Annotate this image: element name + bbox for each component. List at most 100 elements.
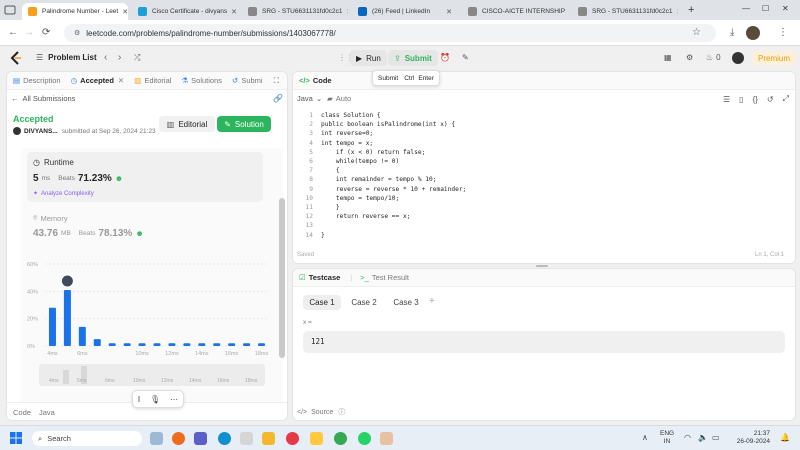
code-line[interactable]: int remainder = tempo % 10; [321, 176, 437, 185]
chrome-icon[interactable] [334, 432, 347, 445]
shuffle-icon[interactable]: ⤮ [134, 53, 140, 63]
browser-tab-4[interactable]: CISCO-AICTE INTERNSHIP ✕ [462, 3, 568, 20]
code-area[interactable]: 1 class Solution {2 public boolean isPalin… [293, 112, 795, 242]
runtime-box[interactable]: ◷ Runtime 5 ms Beats 71.23% ☻ ✦ Analyze … [27, 152, 263, 202]
new-tab-button[interactable]: + [688, 4, 694, 16]
bookmark-icon[interactable]: ▯ [739, 95, 743, 104]
paint-icon[interactable] [380, 432, 393, 445]
maximize-panel-icon[interactable]: ⛶ [274, 76, 279, 86]
chart-bar[interactable] [228, 343, 236, 346]
chart-bar[interactable] [183, 343, 191, 346]
task-view-icon[interactable] [150, 432, 163, 445]
microphone-icon[interactable]: 🎙 [150, 395, 160, 404]
maximize-window-icon[interactable]: ☐ [762, 4, 769, 13]
timer-icon[interactable]: ⏰ [440, 53, 450, 62]
prev-problem-icon[interactable]: ‹ [104, 52, 107, 63]
chart-bar[interactable] [198, 343, 206, 346]
browser-menu-icon[interactable]: ⋮ [778, 27, 788, 38]
edge-icon[interactable] [218, 432, 231, 445]
whatsapp-icon[interactable] [358, 432, 371, 445]
teams-icon[interactable] [194, 432, 207, 445]
panel-resize-handle[interactable] [536, 265, 548, 267]
close-tab-icon[interactable]: ✕ [442, 8, 452, 16]
chart-bar[interactable] [213, 343, 221, 346]
tab-testcase[interactable]: ☑ Testcase [299, 273, 340, 282]
user-avatar[interactable] [732, 52, 744, 64]
case-1-tab[interactable]: Case 1 [303, 295, 341, 310]
problem-list-button[interactable]: ☰ Problem List [36, 53, 97, 62]
minimize-window-icon[interactable]: — [742, 4, 750, 13]
reload-icon[interactable]: ⟳ [42, 27, 50, 38]
memory-box[interactable]: ⌾ Memory [33, 213, 68, 223]
layout-icon[interactable]: ▦ [664, 53, 672, 62]
tab-submissions[interactable]: ↺ Submi [232, 76, 263, 85]
code-line[interactable]: { [321, 167, 340, 176]
browser-tab-0[interactable]: Palindrome Number - Leet ✕ [22, 3, 128, 20]
left-panel-scrollbar[interactable] [279, 198, 285, 358]
close-window-icon[interactable]: ✕ [782, 4, 789, 13]
app-icon[interactable] [286, 432, 299, 445]
run-button[interactable]: ▶ Run [350, 50, 387, 66]
taskbar-search[interactable]: ⌕ Search [32, 431, 142, 446]
file-explorer-icon[interactable] [240, 432, 253, 445]
text-cursor-icon[interactable]: I [138, 395, 140, 404]
browser-tab-5[interactable]: SRG - STU6631131fd0c2c1 ✕ [572, 3, 678, 20]
tab-description[interactable]: ▤ Description [13, 76, 61, 85]
windows-start-icon[interactable] [10, 432, 22, 444]
format-icon[interactable]: ☰ [723, 95, 730, 104]
profile-avatar[interactable] [746, 26, 760, 40]
tab-solutions[interactable]: ⚗ Solutions [181, 76, 222, 85]
settings-gear-icon[interactable]: ⚙ [686, 53, 693, 62]
analyze-complexity-link[interactable]: ✦ Analyze Complexity [33, 190, 94, 198]
close-tab-icon[interactable]: ✕ [565, 8, 568, 16]
chart-bar[interactable] [78, 326, 86, 346]
chart-bar[interactable] [108, 343, 116, 346]
code-line[interactable]: tempo = tempo/10; [321, 195, 399, 204]
case-3-tab[interactable]: Case 3 [387, 295, 425, 310]
code-line[interactable]: class Solution { [321, 112, 381, 121]
chart-bar[interactable] [168, 343, 176, 346]
notes-icon[interactable]: ✎ [462, 53, 469, 62]
browser-tab-1[interactable]: Cisco Certificate - divyans ✕ [132, 3, 238, 20]
streak-counter[interactable]: ♨ 0 [706, 53, 721, 62]
wifi-icon[interactable]: ◠ [684, 433, 691, 442]
code-line[interactable]: return reverse == x; [321, 213, 411, 222]
runtime-distribution-chart[interactable]: 60% 40% 20% 0% 4ms 6ms 10ms 12ms 14ms 16ms 18ms [21, 256, 283, 374]
testcase-input[interactable]: 121 [303, 331, 785, 353]
code-line[interactable]: } [321, 204, 340, 213]
chart-bar[interactable] [153, 343, 161, 346]
browser-tab-3[interactable]: (26) Feed | LinkedIn ✕ [352, 3, 458, 20]
reset-icon[interactable]: ↺ [767, 95, 774, 104]
volume-icon[interactable]: 🔈 [698, 433, 708, 442]
source-link[interactable]: </> Source ⓘ [297, 407, 345, 417]
close-tab-icon[interactable]: ✕ [672, 8, 678, 16]
tab-editorial[interactable]: ▥ Editorial [134, 76, 171, 85]
close-tab-icon[interactable]: ✕ [118, 76, 124, 85]
tab-accepted[interactable]: ◷ Accepted ✕ [71, 76, 125, 85]
code-line[interactable]: int tempo = x; [321, 140, 373, 149]
braces-icon[interactable]: {} [753, 95, 758, 104]
more-options-icon[interactable]: ⋯ [170, 395, 178, 404]
leetcode-logo-icon[interactable] [10, 51, 22, 65]
code-line[interactable]: int reverse=0; [321, 130, 373, 139]
tab-switcher-icon[interactable] [4, 5, 16, 15]
chart-bar[interactable] [123, 343, 131, 346]
tab-code[interactable]: </> Code [299, 76, 332, 85]
download-icon[interactable]: ⤓ [730, 27, 734, 38]
add-case-button[interactable]: + [429, 296, 435, 307]
code-line[interactable]: if (x < 0) return false; [321, 149, 425, 158]
notification-bell-icon[interactable]: 🔔 [780, 433, 790, 442]
clock[interactable]: 21:37 26-09-2024 [726, 430, 770, 446]
all-submissions-link[interactable]: ← All Submissions [11, 94, 75, 103]
folder-icon[interactable] [262, 432, 275, 445]
code-line[interactable]: public boolean isPalindrome(int x) { [321, 121, 455, 130]
close-tab-icon[interactable]: ✕ [342, 8, 348, 16]
chevron-up-icon[interactable]: ∧ [642, 433, 648, 442]
input-language[interactable]: ENG IN [660, 430, 674, 446]
chart-bar[interactable] [138, 343, 146, 346]
store-icon[interactable] [310, 432, 323, 445]
bookmark-star-icon[interactable]: ☆ [692, 27, 701, 38]
chart-bar[interactable] [258, 343, 266, 346]
firefox-icon[interactable] [172, 432, 185, 445]
solution-button[interactable]: ✎ Solution [217, 116, 271, 132]
